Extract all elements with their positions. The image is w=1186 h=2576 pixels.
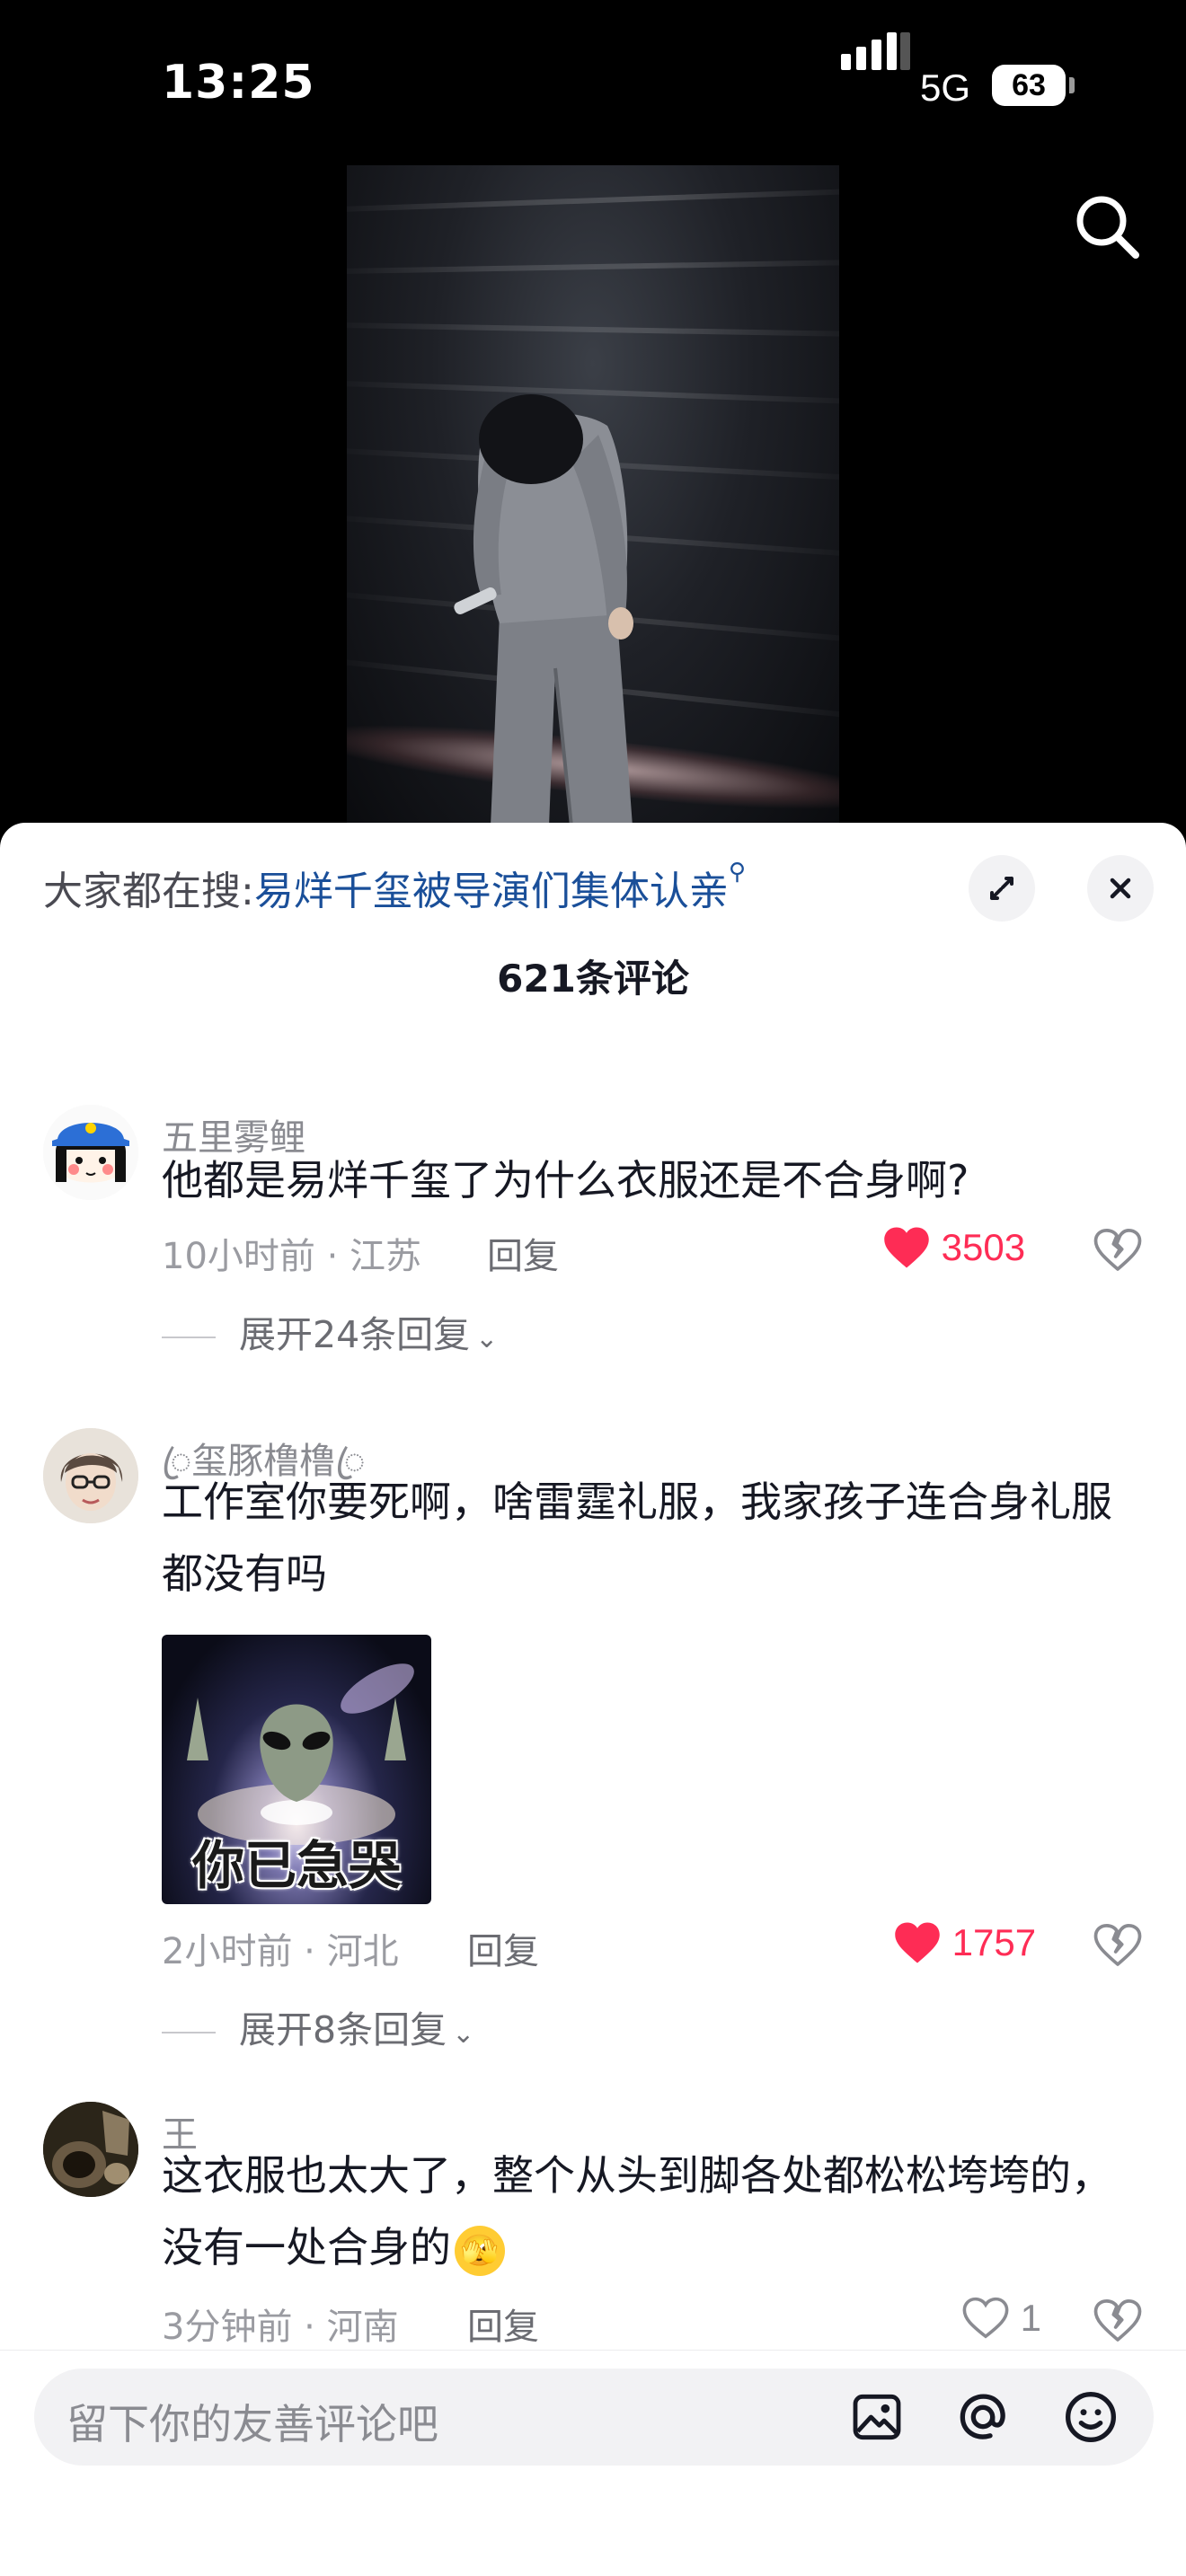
expand-replies-button[interactable]: 展开24条回复 ⌄ <box>162 1304 498 1358</box>
like-count: 1 <box>1020 2296 1042 2339</box>
comment-text[interactable]: 他都是易烊千玺了为什么衣服还是不合身啊? <box>162 1144 1132 1216</box>
like-button[interactable]: 1757 <box>893 1919 1036 1965</box>
expand-replies-label: 展开24条回复 <box>239 1313 471 1356</box>
comment-sticker-image[interactable]: 你已急哭 <box>162 1635 431 1904</box>
broken-heart-icon <box>1093 2298 1142 2342</box>
expand-icon <box>990 877 1013 900</box>
reply-button[interactable]: 回复 <box>467 1922 539 1974</box>
chevron-down-icon: ⌄ <box>475 1323 499 1354</box>
battery-tip <box>1069 77 1075 93</box>
scroll-fade <box>0 1020 1186 1047</box>
comment-text-body: 这衣服也太大了，整个从头到脚各处都松松垮垮的，没有一处合身的 <box>162 2151 1112 2272</box>
reply-button[interactable]: 回复 <box>487 1227 559 1279</box>
dislike-button[interactable] <box>1093 1225 1143 1275</box>
emoji-icon[interactable] <box>1062 2388 1120 2446</box>
comment-meta: 2小时前 · 河北 <box>162 1931 399 1972</box>
like-button[interactable]: 3503 <box>882 1223 1025 1270</box>
status-time: 13:25 <box>162 56 315 110</box>
heart-outline-icon <box>962 2297 1009 2339</box>
hot-search-prefix: 大家都在搜: <box>43 869 254 914</box>
comment-input-placeholder: 留下你的友善评论吧 <box>66 2400 438 2448</box>
like-count: 1757 <box>951 1920 1037 1963</box>
sticker-caption: 你已急哭 <box>191 1835 401 1896</box>
reply-button[interactable]: 回复 <box>467 2298 539 2350</box>
hot-search[interactable]: 大家都在搜:易烊千玺被导演们集体认亲⚲ <box>43 859 746 916</box>
status-bar: 13:25 5G 63 <box>0 0 1186 162</box>
comment-panel: 大家都在搜:易烊千玺被导演们集体认亲⚲ 621条评论 五里雾鲤 他都是易烊千玺了… <box>0 823 1186 2576</box>
video-player[interactable] <box>0 162 1186 826</box>
search-small-icon: ⚲ <box>728 859 746 886</box>
battery-icon: 63 <box>992 65 1066 106</box>
comment-count: 621条评论 <box>497 957 689 1001</box>
broken-heart-icon <box>1093 1923 1142 1966</box>
like-button[interactable]: 1 <box>961 2294 1041 2341</box>
avatar[interactable] <box>43 1105 138 1200</box>
network-type: 5G <box>920 66 971 109</box>
expand-button[interactable] <box>969 855 1035 922</box>
comment-text[interactable]: 工作室你要死啊，啥雷霆礼服，我家孩子连合身礼服都没有吗 <box>162 1466 1132 1610</box>
at-icon[interactable] <box>954 2388 1012 2446</box>
expand-replies-button[interactable]: 展开8条回复 ⌄ <box>162 1999 474 2053</box>
avatar[interactable] <box>43 1428 138 1523</box>
comment-input[interactable]: 留下你的友善评论吧 <box>34 2369 1154 2466</box>
comment-text[interactable]: 这衣服也太大了，整个从头到脚各处都松松垮垮的，没有一处合身的 🫣 <box>162 2139 1132 2283</box>
chevron-down-icon: ⌄ <box>452 2018 475 2050</box>
dislike-button[interactable] <box>1093 1920 1143 1971</box>
comment-meta: 10小时前 · 江苏 <box>162 1236 422 1277</box>
bowing-performer <box>454 394 633 826</box>
battery-level: 63 <box>1012 68 1046 102</box>
hot-search-link[interactable]: 易烊千玺被导演们集体认亲 <box>254 869 729 914</box>
avatar[interactable] <box>43 2102 138 2197</box>
like-count: 3503 <box>941 1225 1026 1268</box>
broken-heart-icon <box>1093 1228 1142 1271</box>
close-icon <box>1110 878 1131 899</box>
heart-filled-icon <box>895 1922 940 1963</box>
search-icon[interactable] <box>1069 189 1145 264</box>
close-button[interactable] <box>1087 855 1154 922</box>
dislike-button[interactable] <box>1093 2296 1143 2346</box>
emoji-face-peeking: 🫣 <box>455 2225 505 2276</box>
video-frame[interactable] <box>347 165 839 826</box>
image-icon[interactable] <box>848 2388 906 2446</box>
expand-replies-label: 展开8条回复 <box>239 2008 447 2051</box>
comment-input-bar: 留下你的友善评论吧 <box>0 2350 1186 2576</box>
comment-meta: 3分钟前 · 河南 <box>162 2307 399 2348</box>
heart-filled-icon <box>884 1227 929 1268</box>
